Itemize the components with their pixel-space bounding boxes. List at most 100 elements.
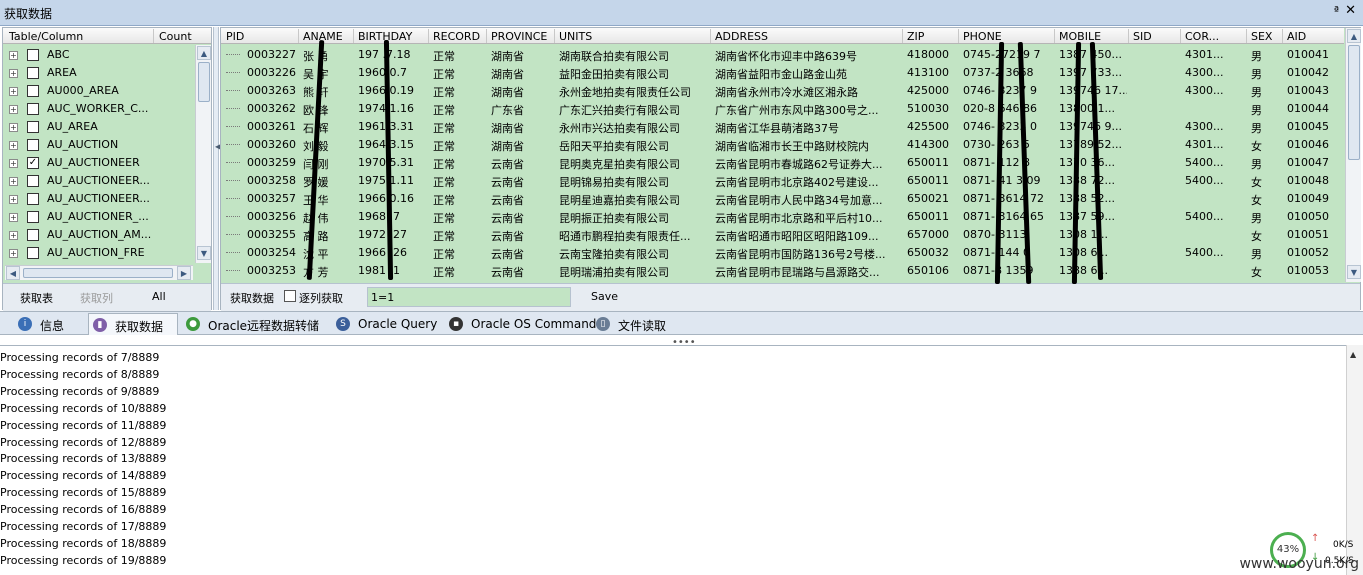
expand-icon[interactable]: + <box>9 249 18 258</box>
grid-scroll-up-icon[interactable]: ▲ <box>1347 29 1361 43</box>
table-tree-item[interactable]: + AU_AUCTIONER_... <box>3 208 193 226</box>
sql-icon: S <box>336 317 350 331</box>
log-scroll-up-icon[interactable]: ▲ <box>1350 350 1356 359</box>
expand-icon[interactable]: + <box>9 213 18 222</box>
table-tree-item[interactable]: + ABC <box>3 46 193 64</box>
table-tree-item[interactable]: + AU_AUCTIONEER... <box>3 172 193 190</box>
column-header-aid[interactable]: AID <box>1287 30 1306 43</box>
scroll-down-icon[interactable]: ▼ <box>197 246 211 260</box>
cell-phone: 0746- 3237 9 <box>963 84 1037 97</box>
scroll-left-icon[interactable]: ◀ <box>6 266 20 280</box>
tab-sql[interactable]: S Oracle Query <box>332 313 441 335</box>
table-name: AU_AUCTION_FRE <box>47 246 145 259</box>
table-checkbox[interactable] <box>27 67 39 79</box>
column-header-units[interactable]: UNITS <box>559 30 592 43</box>
hscroll-thumb[interactable] <box>23 268 173 278</box>
cell-sex: 女 <box>1251 230 1262 243</box>
tab-info[interactable]: i 信息 <box>14 313 84 335</box>
tab-database[interactable]: ▮ 获取数据 <box>88 313 178 335</box>
table-checkbox[interactable] <box>27 247 39 259</box>
expand-icon[interactable]: + <box>9 69 18 78</box>
grid-vertical-scrollbar[interactable]: ▲ ▼ <box>1345 28 1361 282</box>
cell-phone: 0871- 3614 72 <box>963 192 1044 205</box>
save-button[interactable]: Save <box>591 290 618 303</box>
grid-scroll-thumb[interactable] <box>1348 45 1360 160</box>
tree-col-count[interactable]: Count <box>159 30 192 43</box>
table-tree-item[interactable]: + AU_AUCTION_AM... <box>3 226 193 244</box>
expand-icon[interactable]: + <box>9 105 18 114</box>
table-row[interactable]: 0003227 张 勇 197 .7.18 正常 湖南省 湖南联合拍卖有限公司 湖南省怀化市… <box>221 46 1344 64</box>
cell-address: 云南省昆明市春城路62号证券大... <box>715 158 883 171</box>
table-tree-item[interactable]: + AU_AUCTION_FRE <box>3 244 193 262</box>
expand-icon[interactable]: + <box>9 231 18 240</box>
table-checkbox[interactable] <box>27 49 39 61</box>
tree-col-table[interactable]: Table/Column <box>9 30 83 43</box>
table-checkbox[interactable] <box>27 211 39 223</box>
expand-icon[interactable]: + <box>9 141 18 150</box>
column-header-sid[interactable]: SID <box>1133 30 1152 43</box>
table-tree-item[interactable]: + AU_AUCTIONEER... <box>3 190 193 208</box>
tree-line <box>226 198 240 199</box>
tab-strip: i 信息 ▮ 获取数据 ● Oracle远程数据转储 S Oracle Query ▪ Oracl… <box>0 311 1363 335</box>
column-header-mobile[interactable]: MOBILE <box>1059 30 1101 43</box>
expand-icon[interactable]: + <box>9 195 18 204</box>
cell-province: 云南省 <box>491 266 524 279</box>
column-header-address[interactable]: ADDRESS <box>715 30 768 43</box>
tree-vertical-scrollbar[interactable]: ▲ ▼ <box>195 45 211 263</box>
scroll-up-icon[interactable]: ▲ <box>197 46 211 60</box>
table-checkbox[interactable] <box>27 103 39 115</box>
cell-aname: 罗 媛 <box>303 176 329 189</box>
column-header-phone[interactable]: PHONE <box>963 30 1002 43</box>
where-condition-input[interactable] <box>367 287 571 307</box>
table-checkbox[interactable]: ✓ <box>27 157 39 169</box>
cell-province: 湖南省 <box>491 122 524 135</box>
column-header-pid[interactable]: PID <box>226 30 244 43</box>
table-checkbox[interactable] <box>27 229 39 241</box>
tab-terminal[interactable]: ▪ Oracle OS Command <box>445 313 596 335</box>
tab-globe[interactable]: ● Oracle远程数据转储 <box>182 313 328 335</box>
table-tree-item[interactable]: + AU_AREA <box>3 118 193 136</box>
scroll-right-icon[interactable]: ▶ <box>177 266 191 280</box>
tab-file[interactable]: ▯ 文件读取 <box>592 313 682 335</box>
expand-icon[interactable]: + <box>9 51 18 60</box>
expand-icon[interactable]: + <box>9 123 18 132</box>
column-header-cor[interactable]: COR... <box>1185 30 1219 43</box>
table-checkbox[interactable] <box>27 121 39 133</box>
close-icon[interactable]: ✕ <box>1345 3 1356 18</box>
table-tree-item[interactable]: + AREA <box>3 64 193 82</box>
expand-icon[interactable]: + <box>9 87 18 96</box>
grid-scroll-down-icon[interactable]: ▼ <box>1347 265 1361 279</box>
pin-icon[interactable]: ª <box>1334 4 1339 17</box>
expand-icon[interactable]: + <box>9 159 18 168</box>
expand-icon[interactable]: + <box>9 177 18 186</box>
column-header-record[interactable]: RECORD <box>433 30 480 43</box>
fetch-table-button[interactable]: 获取表 <box>20 290 53 306</box>
tree-line <box>226 180 240 181</box>
all-button[interactable]: All <box>152 290 166 303</box>
table-tree-item[interactable]: + ✓ AU_AUCTIONEER <box>3 154 193 172</box>
fetch-data-label[interactable]: 获取数据 <box>230 290 274 306</box>
title-bar: 获取数据 ª ✕ <box>0 0 1363 26</box>
column-header-province[interactable]: PROVINCE <box>491 30 547 43</box>
cell-units: 湖南联合拍卖有限公司 <box>559 50 669 63</box>
tree-line <box>226 270 240 271</box>
fetch-column-button[interactable]: 获取列 <box>80 290 113 306</box>
scroll-thumb[interactable] <box>198 62 210 102</box>
column-header-sex[interactable]: SEX <box>1251 30 1272 43</box>
table-checkbox[interactable] <box>27 139 39 151</box>
panel-splitter[interactable]: ◀ <box>213 27 221 310</box>
table-tree-item[interactable]: + AUC_WORKER_C... <box>3 100 193 118</box>
cell-units: 昆明锦易拍卖有限公司 <box>559 176 669 189</box>
cell-zip: 650032 <box>907 246 949 259</box>
table-checkbox[interactable] <box>27 85 39 97</box>
tree-header: Table/Column Count <box>3 28 211 44</box>
cell-province: 云南省 <box>491 212 524 225</box>
per-column-checkbox[interactable] <box>284 290 296 302</box>
table-checkbox[interactable] <box>27 193 39 205</box>
table-tree-item[interactable]: + AU000_AREA <box>3 82 193 100</box>
cell-address: 广东省广州市东风中路300号之... <box>715 104 879 117</box>
table-checkbox[interactable] <box>27 175 39 187</box>
table-tree-item[interactable]: + AU_AUCTION <box>3 136 193 154</box>
tree-horizontal-scrollbar[interactable]: ◀ ▶ <box>5 265 193 280</box>
column-header-zip[interactable]: ZIP <box>907 30 924 43</box>
